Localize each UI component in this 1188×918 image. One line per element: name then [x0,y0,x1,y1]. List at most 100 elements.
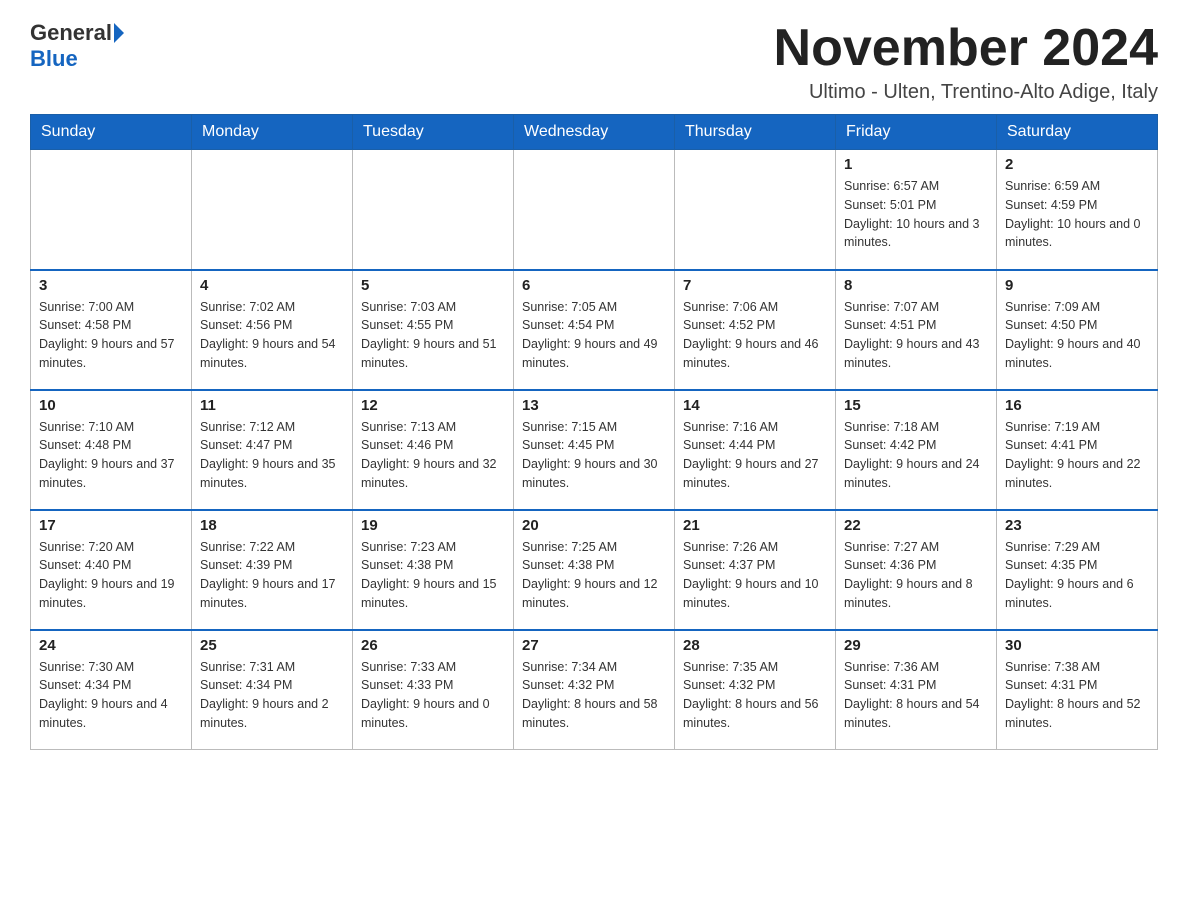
calendar-cell: 10 Sunrise: 7:10 AM Sunset: 4:48 PM Dayli… [31,390,192,510]
calendar-cell: 16 Sunrise: 7:19 AM Sunset: 4:41 PM Dayli… [997,390,1158,510]
calendar-cell: 3Sunrise: 7:00 AM Sunset: 4:58 PM Daylig… [31,270,192,390]
day-number: 8 [844,277,988,294]
day-number: 19 [361,517,505,534]
day-number: 15 [844,397,988,414]
calendar-cell: 14 Sunrise: 7:16 AM Sunset: 4:44 PM Dayli… [675,390,836,510]
day-number: 14 [683,397,827,414]
day-info: Sunrise: 7:25 AM Sunset: 4:38 PM Dayligh… [522,538,666,613]
day-number: 25 [200,637,344,654]
calendar-cell: 27 Sunrise: 7:34 AM Sunset: 4:32 PM Dayli… [514,630,675,750]
day-info: Sunrise: 7:29 AM Sunset: 4:35 PM Dayligh… [1005,538,1149,613]
calendar-cell [514,150,675,270]
day-info: Sunrise: 7:10 AM Sunset: 4:48 PM Dayligh… [39,418,183,493]
calendar-cell: 19 Sunrise: 7:23 AM Sunset: 4:38 PM Dayli… [353,510,514,630]
day-number: 26 [361,637,505,654]
calendar-cell [192,150,353,270]
day-info: Sunrise: 7:36 AM Sunset: 4:31 PM Dayligh… [844,658,988,733]
calendar-cell: 8 Sunrise: 7:07 AM Sunset: 4:51 PM Daylig… [836,270,997,390]
calendar-cell: 17 Sunrise: 7:20 AM Sunset: 4:40 PM Dayli… [31,510,192,630]
day-info: Sunrise: 6:57 AM Sunset: 5:01 PM Dayligh… [844,177,988,252]
day-info: Sunrise: 7:19 AM Sunset: 4:41 PM Dayligh… [1005,418,1149,493]
page-header: General Blue November 2024 Ultimo - Ulte… [30,20,1158,104]
day-of-week-header: Tuesday [353,115,514,150]
day-info: Sunrise: 7:38 AM Sunset: 4:31 PM Dayligh… [1005,658,1149,733]
day-of-week-header: Sunday [31,115,192,150]
day-info: Sunrise: 7:30 AM Sunset: 4:34 PM Dayligh… [39,658,183,733]
calendar-cell: 26 Sunrise: 7:33 AM Sunset: 4:33 PM Dayli… [353,630,514,750]
location-subtitle: Ultimo - Ulten, Trentino-Alto Adige, Ita… [774,81,1158,104]
calendar-cell: 30 Sunrise: 7:38 AM Sunset: 4:31 PM Dayli… [997,630,1158,750]
calendar-cell: 5Sunrise: 7:03 AM Sunset: 4:55 PM Daylig… [353,270,514,390]
day-number: 17 [39,517,183,534]
day-info: Sunrise: 7:05 AM Sunset: 4:54 PM Dayligh… [522,298,666,373]
logo: General Blue [30,20,124,72]
calendar-cell [353,150,514,270]
day-info: Sunrise: 7:34 AM Sunset: 4:32 PM Dayligh… [522,658,666,733]
day-number: 18 [200,517,344,534]
calendar-cell: 20 Sunrise: 7:25 AM Sunset: 4:38 PM Dayli… [514,510,675,630]
calendar-cell: 12 Sunrise: 7:13 AM Sunset: 4:46 PM Dayli… [353,390,514,510]
calendar-cell: 4 Sunrise: 7:02 AM Sunset: 4:56 PM Daylig… [192,270,353,390]
calendar-cell: 2Sunrise: 6:59 AM Sunset: 4:59 PM Daylig… [997,150,1158,270]
calendar-week-row: 10 Sunrise: 7:10 AM Sunset: 4:48 PM Dayli… [31,390,1158,510]
calendar-cell: 11 Sunrise: 7:12 AM Sunset: 4:47 PM Dayli… [192,390,353,510]
calendar-week-row: 3Sunrise: 7:00 AM Sunset: 4:58 PM Daylig… [31,270,1158,390]
day-number: 1 [844,156,988,173]
day-info: Sunrise: 7:20 AM Sunset: 4:40 PM Dayligh… [39,538,183,613]
logo-triangle-icon [114,23,124,43]
day-of-week-header: Saturday [997,115,1158,150]
day-info: Sunrise: 7:09 AM Sunset: 4:50 PM Dayligh… [1005,298,1149,373]
calendar-cell [31,150,192,270]
calendar-cell [675,150,836,270]
day-of-week-header: Wednesday [514,115,675,150]
logo-general-text: General [30,20,112,46]
day-number: 11 [200,397,344,414]
day-info: Sunrise: 7:00 AM Sunset: 4:58 PM Dayligh… [39,298,183,373]
calendar-cell: 21Sunrise: 7:26 AM Sunset: 4:37 PM Dayli… [675,510,836,630]
day-number: 28 [683,637,827,654]
calendar-week-row: 24 Sunrise: 7:30 AM Sunset: 4:34 PM Dayli… [31,630,1158,750]
day-of-week-header: Friday [836,115,997,150]
calendar-cell: 15Sunrise: 7:18 AM Sunset: 4:42 PM Dayli… [836,390,997,510]
day-info: Sunrise: 7:02 AM Sunset: 4:56 PM Dayligh… [200,298,344,373]
day-number: 27 [522,637,666,654]
day-number: 20 [522,517,666,534]
calendar-cell: 18 Sunrise: 7:22 AM Sunset: 4:39 PM Dayli… [192,510,353,630]
day-number: 5 [361,277,505,294]
day-info: Sunrise: 7:13 AM Sunset: 4:46 PM Dayligh… [361,418,505,493]
day-number: 16 [1005,397,1149,414]
day-of-week-header: Monday [192,115,353,150]
title-area: November 2024 Ultimo - Ulten, Trentino-A… [774,20,1158,104]
day-number: 6 [522,277,666,294]
day-number: 4 [200,277,344,294]
day-info: Sunrise: 7:27 AM Sunset: 4:36 PM Dayligh… [844,538,988,613]
day-info: Sunrise: 7:16 AM Sunset: 4:44 PM Dayligh… [683,418,827,493]
day-info: Sunrise: 7:31 AM Sunset: 4:34 PM Dayligh… [200,658,344,733]
day-number: 22 [844,517,988,534]
logo-blue-text: Blue [30,46,78,72]
day-number: 10 [39,397,183,414]
day-info: Sunrise: 7:22 AM Sunset: 4:39 PM Dayligh… [200,538,344,613]
day-info: Sunrise: 7:23 AM Sunset: 4:38 PM Dayligh… [361,538,505,613]
day-of-week-header: Thursday [675,115,836,150]
day-number: 12 [361,397,505,414]
day-number: 29 [844,637,988,654]
day-info: Sunrise: 7:35 AM Sunset: 4:32 PM Dayligh… [683,658,827,733]
day-number: 13 [522,397,666,414]
day-info: Sunrise: 7:15 AM Sunset: 4:45 PM Dayligh… [522,418,666,493]
day-info: Sunrise: 6:59 AM Sunset: 4:59 PM Dayligh… [1005,177,1149,252]
day-info: Sunrise: 7:33 AM Sunset: 4:33 PM Dayligh… [361,658,505,733]
day-number: 7 [683,277,827,294]
calendar-cell: 24 Sunrise: 7:30 AM Sunset: 4:34 PM Dayli… [31,630,192,750]
calendar-cell: 6 Sunrise: 7:05 AM Sunset: 4:54 PM Daylig… [514,270,675,390]
day-number: 24 [39,637,183,654]
calendar-cell: 9Sunrise: 7:09 AM Sunset: 4:50 PM Daylig… [997,270,1158,390]
month-title: November 2024 [774,20,1158,77]
day-info: Sunrise: 7:26 AM Sunset: 4:37 PM Dayligh… [683,538,827,613]
day-info: Sunrise: 7:07 AM Sunset: 4:51 PM Dayligh… [844,298,988,373]
calendar-cell: 22 Sunrise: 7:27 AM Sunset: 4:36 PM Dayli… [836,510,997,630]
calendar-cell: 25 Sunrise: 7:31 AM Sunset: 4:34 PM Dayli… [192,630,353,750]
day-number: 30 [1005,637,1149,654]
day-info: Sunrise: 7:12 AM Sunset: 4:47 PM Dayligh… [200,418,344,493]
calendar-cell: 7Sunrise: 7:06 AM Sunset: 4:52 PM Daylig… [675,270,836,390]
